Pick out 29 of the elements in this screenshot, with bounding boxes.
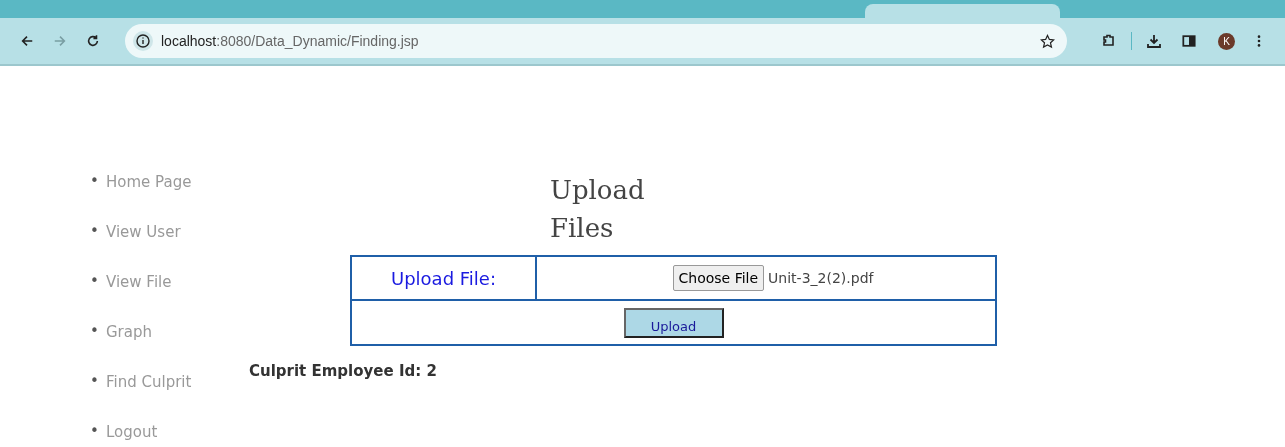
page-heading: Upload Files <box>550 174 646 245</box>
extensions-icon[interactable] <box>1100 33 1117 49</box>
address-bar[interactable]: localhost:8080/Data_Dynamic/Finding.jsp <box>125 24 1067 58</box>
back-icon[interactable] <box>20 34 34 48</box>
list-bullet: • <box>90 321 100 341</box>
upload-button[interactable]: Upload <box>623 307 724 338</box>
list-bullet: • <box>90 271 100 291</box>
reload-icon[interactable] <box>86 34 100 48</box>
list-bullet: • <box>90 221 100 241</box>
info-icon[interactable] <box>133 31 153 51</box>
nav-link[interactable]: Graph <box>106 321 152 343</box>
file-name: Unit-3_2(2).pdf <box>768 270 874 286</box>
list-bullet: • <box>90 171 100 191</box>
profile-avatar[interactable]: K <box>1218 32 1235 50</box>
download-icon[interactable] <box>1146 33 1162 49</box>
upload-file-label: Upload File: <box>351 256 536 300</box>
side-panel-icon[interactable] <box>1182 34 1196 48</box>
list-bullet: • <box>90 421 100 441</box>
culprit-result-text: Culprit Employee Id: 2 <box>249 362 437 380</box>
choose-file-button[interactable]: Choose File <box>672 265 765 291</box>
bookmark-star-icon[interactable] <box>1039 33 1055 49</box>
nav-link[interactable]: Home Page <box>106 171 192 193</box>
url-text: localhost:8080/Data_Dynamic/Finding.jsp <box>161 33 420 49</box>
nav-link[interactable]: Find Culprit <box>106 371 192 393</box>
nav-link[interactable]: View User <box>106 221 181 243</box>
list-bullet: • <box>90 371 100 391</box>
nav-link[interactable]: View File <box>106 271 172 293</box>
menu-icon[interactable] <box>1257 34 1261 48</box>
nav-link[interactable]: Logout <box>106 421 158 443</box>
